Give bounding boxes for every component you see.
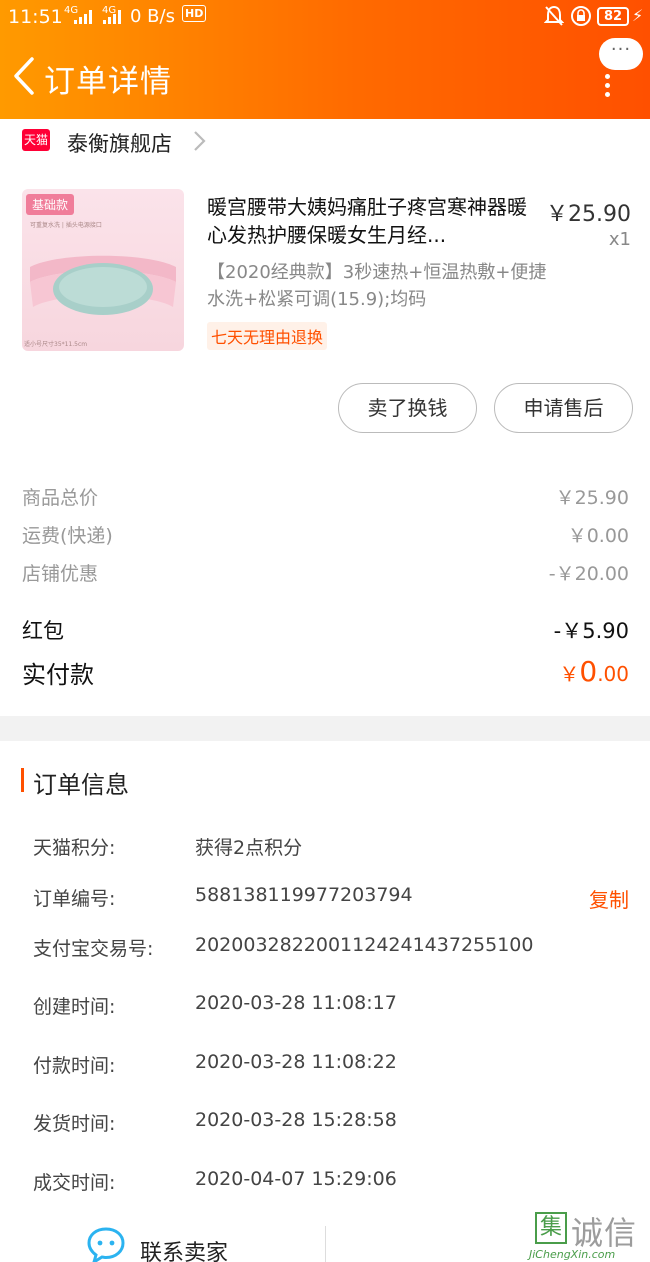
price-row-label: 商品总价 <box>22 487 99 509</box>
bell-muted-icon <box>544 5 564 26</box>
price-row-label: 运费(快递) <box>22 525 113 547</box>
battery-icon: 82 <box>597 7 629 26</box>
paid-dec: .00 <box>597 662 629 686</box>
copy-button[interactable]: 复制 <box>589 884 629 913</box>
signal-icon-2 <box>103 10 121 24</box>
product-title[interactable]: 暖宫腰带大姨妈痛肚子疼宫寒神器暖心发热护腰保暖女生月经... <box>207 193 532 249</box>
info-label: 支付宝交易号: <box>33 938 154 960</box>
charging-icon: ⚡ <box>632 6 644 25</box>
chat-bubble-icon <box>87 1227 125 1262</box>
info-value: 2020-03-28 11:08:22 <box>195 1051 397 1073</box>
price-row-label: 店铺优惠 <box>22 563 99 585</box>
thumb-tag: 基础款 <box>26 194 75 215</box>
section-heading: 订单信息 <box>33 771 129 799</box>
watermark-logo-icon: 集 <box>535 1212 567 1244</box>
chevron-right-icon[interactable] <box>191 129 207 153</box>
watermark-url: JiChengXin.com <box>529 1248 616 1261</box>
product-price: ￥25.90 <box>546 202 631 227</box>
info-label: 天猫积分: <box>33 837 116 859</box>
red-packet-row: 红包 -￥5.90 <box>22 615 629 645</box>
back-arrow-icon[interactable] <box>10 56 40 96</box>
info-value: 2020032822001124241437255100 <box>195 934 534 956</box>
network-speed: 0 B/s <box>130 6 175 27</box>
info-label: 创建时间: <box>33 996 116 1018</box>
red-packet-label: 红包 <box>22 619 64 643</box>
signal-icon <box>74 10 92 24</box>
section-accent-bar <box>21 768 24 792</box>
paid-label: 实付款 <box>22 661 94 689</box>
product-quantity: x1 <box>608 229 631 250</box>
info-label: 订单编号: <box>33 888 116 910</box>
paid-amount: ￥0.00 <box>559 655 629 688</box>
status-bar: 11:51 4G 4G 0 B/s HD 82 ⚡ <box>0 0 650 34</box>
price-row-value: ￥0.00 <box>567 525 629 547</box>
paid-int: 0 <box>579 655 598 688</box>
more-menu-icon[interactable] <box>602 74 612 97</box>
price-row-shop-discount: 店铺优惠 -￥20.00 <box>22 559 629 586</box>
info-label: 发货时间: <box>33 1113 116 1135</box>
thumb-size-caption: 适小号尺寸35*11.5cm <box>24 341 88 348</box>
price-row-value: -￥20.00 <box>548 563 629 585</box>
info-value: 2020-04-07 15:29:06 <box>195 1168 397 1190</box>
thumb-caption: 可重复水洗 | 插头电源接口 <box>30 222 102 229</box>
product-thumbnail[interactable]: 基础款 可重复水洗 | 插头电源接口 适小号尺寸35*11.5cm <box>22 189 184 351</box>
app-header: 11:51 4G 4G 0 B/s HD 82 ⚡ 订单详情 ··· <box>0 0 650 119</box>
footer-divider <box>325 1226 326 1262</box>
watermark: 集 诚信 JiChengXin.com <box>527 1208 650 1262</box>
contact-seller-label: 联系卖家 <box>140 1241 229 1262</box>
aftersale-button[interactable]: 申请售后 <box>494 383 633 433</box>
order-info-section: 订单信息 天猫积分: 获得2点积分 订单编号: 5881381199772037… <box>0 741 650 1262</box>
price-row-value: ￥25.90 <box>555 487 629 509</box>
return-policy-badge: 七天无理由退换 <box>207 322 328 350</box>
order-card: 天猫 泰衡旗舰店 基础款 可重复水洗 | 插头电源接口 适小号尺寸35*11.5… <box>0 119 650 716</box>
status-time: 11:51 <box>8 6 63 28</box>
tmall-logo-icon: 天猫 <box>22 129 50 151</box>
rotation-lock-icon <box>571 6 591 26</box>
info-value: 2020-03-28 11:08:17 <box>195 992 397 1014</box>
waist-belt-image <box>30 255 176 315</box>
red-packet-value: -￥5.90 <box>553 619 629 643</box>
product-sku: 【2020经典款】3秒速热+恒温热敷+便捷水洗+松紧可调(15.9);均码 <box>207 262 547 310</box>
info-value: 588138119977203794 <box>195 884 413 906</box>
paid-currency: ￥ <box>559 662 580 686</box>
more-bubble[interactable]: ··· <box>599 38 643 70</box>
price-row-shipping: 运费(快递) ￥0.00 <box>22 521 629 548</box>
price-row-subtotal: 商品总价 ￥25.90 <box>22 483 629 510</box>
info-value: 获得2点积分 <box>195 837 303 859</box>
info-label: 付款时间: <box>33 1055 116 1077</box>
info-label: 成交时间: <box>33 1172 116 1194</box>
sell-button[interactable]: 卖了换钱 <box>338 383 477 433</box>
paid-row: 实付款 ￥0.00 <box>22 655 629 690</box>
page-title: 订单详情 <box>44 64 172 100</box>
info-value: 2020-03-28 15:28:58 <box>195 1109 397 1131</box>
shop-name[interactable]: 泰衡旗舰店 <box>67 128 172 158</box>
hd-icon: HD <box>182 5 207 22</box>
